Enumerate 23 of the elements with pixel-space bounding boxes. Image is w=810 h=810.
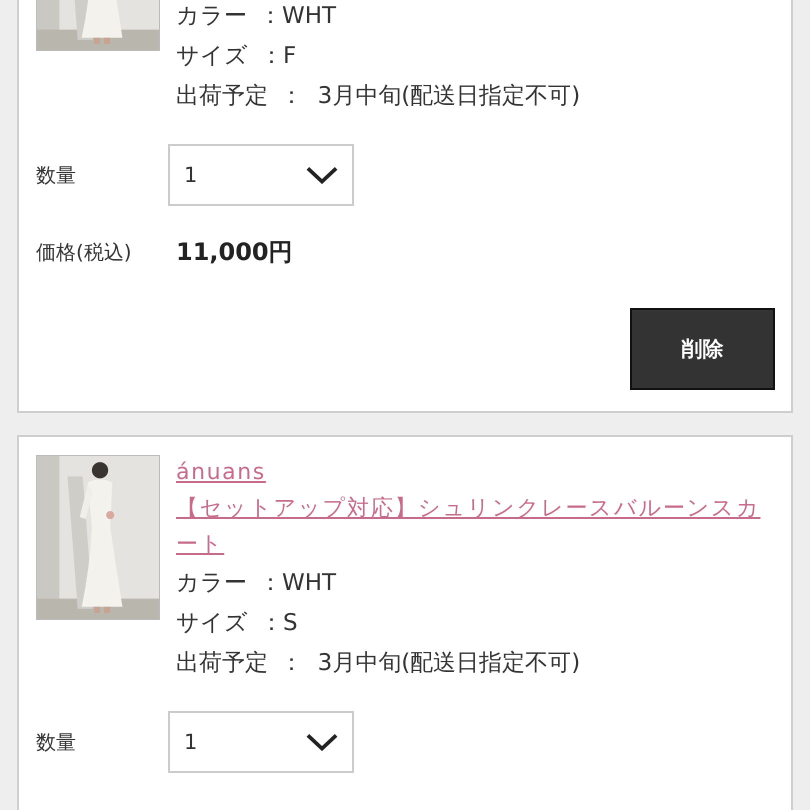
product-title-link[interactable]: 【セットアップ対応】シュリンクレースバルーンスカート: [176, 491, 775, 563]
quantity-label: 数量: [36, 728, 77, 756]
attribute-label: カラー: [176, 2, 247, 31]
quantity-select[interactable]: 1: [168, 144, 354, 206]
quantity-select[interactable]: 1: [168, 711, 354, 773]
attribute-value: ：WHT: [259, 569, 336, 598]
chevron-down-icon: [306, 732, 338, 752]
attribute-label: サイズ: [176, 609, 248, 638]
attribute-label: 出荷予定: [176, 649, 268, 678]
attribute-label: サイズ: [176, 42, 248, 71]
attribute-value: ：S: [260, 609, 298, 638]
attribute-value: ： 3月中旬(配送日指定不可): [280, 82, 580, 111]
attribute-value: ：F: [260, 42, 296, 71]
quantity-label: 数量: [36, 162, 77, 188]
delete-button[interactable]: 削除: [630, 308, 775, 390]
price-label: 価格(税込): [36, 238, 133, 266]
brand-link[interactable]: ánuans: [176, 455, 775, 491]
attribute-value: ：WHT: [259, 2, 336, 31]
attribute-label: カラー: [176, 569, 247, 598]
attribute-label: 出荷予定: [176, 82, 268, 111]
price-value: 11,000円: [176, 237, 293, 268]
attribute-value: ： 3月中旬(配送日指定不可): [280, 649, 580, 678]
chevron-down-icon: [306, 165, 338, 185]
